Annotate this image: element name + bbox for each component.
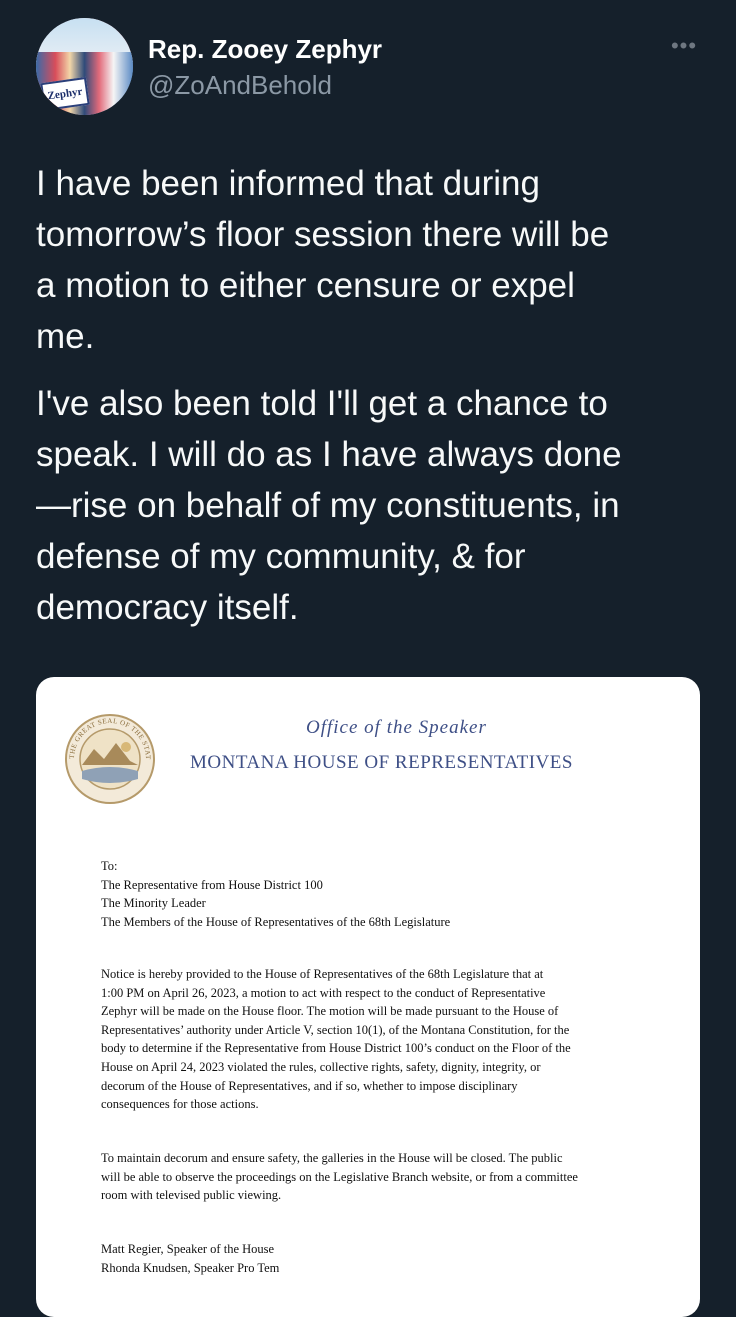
tweet-line: defense of my community, & for — [36, 537, 526, 576]
letter-line: The Minority Leader — [101, 896, 206, 911]
attached-image-letter[interactable]: THE GREAT SEAL OF THE STATE OF MONTANA O… — [36, 677, 700, 1317]
letter-line: Representatives’ authority under Article… — [101, 1022, 570, 1037]
letter-line: The Members of the House of Representati… — [101, 914, 451, 929]
office-of-speaker: Office of the Speaker — [306, 717, 487, 738]
letter-line: decorum of the House of Representatives,… — [101, 1078, 518, 1093]
letter-line: Rhonda Knudsen, Speaker Pro Tem — [101, 1260, 280, 1275]
tweet-line: democracy itself. — [36, 588, 299, 627]
letter-notice: Notice is hereby provided to the House o… — [101, 965, 661, 1114]
tweet-paragraph-2: I've also been told I'll get a chance to… — [36, 378, 706, 633]
user-handle[interactable]: @ZoAndBehold — [148, 70, 332, 101]
tweet-line: I've also been told I'll get a chance to — [36, 384, 608, 423]
avatar[interactable]: Zephyr — [36, 18, 133, 115]
letter-line: will be able to observe the proceedings … — [101, 1169, 578, 1184]
letter-line: Matt Regier, Speaker of the House — [101, 1242, 275, 1256]
letter-line: 1:00 PM on April 26, 2023, a motion to a… — [101, 985, 546, 1000]
letter-line: room with televised public viewing. — [101, 1188, 282, 1203]
tweet: Zephyr Rep. Zooey Zephyr @ZoAndBehold ••… — [0, 0, 736, 1317]
letter-line: consequences for those actions. — [101, 1097, 259, 1112]
tweet-line: me. — [36, 317, 95, 356]
letter-line: To: — [101, 859, 118, 873]
tweet-line: a motion to either censure or expel — [36, 266, 575, 305]
tweet-paragraph-1: I have been informed that during tomorro… — [36, 158, 706, 362]
letter-recipients: To: The Representative from House Distri… — [101, 857, 661, 931]
letter-line: Zephyr will be made on the House floor. … — [101, 1004, 559, 1019]
letter-line: To maintain decorum and ensure safety, t… — [101, 1151, 563, 1165]
tweet-line: I have been informed that during — [36, 164, 540, 203]
letter-closing: To maintain decorum and ensure safety, t… — [101, 1149, 661, 1205]
letterhead-title: MONTANA HOUSE OF REPRESENTATIVES — [190, 752, 573, 773]
tweet-line: speak. I will do as I have always done — [36, 435, 622, 474]
letter-line: House on April 24, 2023 violated the rul… — [101, 1059, 541, 1074]
display-name[interactable]: Rep. Zooey Zephyr — [148, 34, 382, 65]
letter-line: Notice is hereby provided to the House o… — [101, 967, 544, 981]
tweet-line: tomorrow’s floor session there will be — [36, 215, 610, 254]
letter-line: The Representative from House District 1… — [101, 877, 323, 892]
letter-signatures: Matt Regier, Speaker of the House Rhonda… — [101, 1240, 661, 1277]
letter-line: body to determine if the Representative … — [101, 1041, 571, 1056]
montana-seal-icon: THE GREAT SEAL OF THE STATE OF MONTANA — [64, 713, 155, 804]
more-options-icon[interactable]: ••• — [668, 35, 700, 57]
tweet-line: —rise on behalf of my constituents, in — [36, 486, 620, 525]
